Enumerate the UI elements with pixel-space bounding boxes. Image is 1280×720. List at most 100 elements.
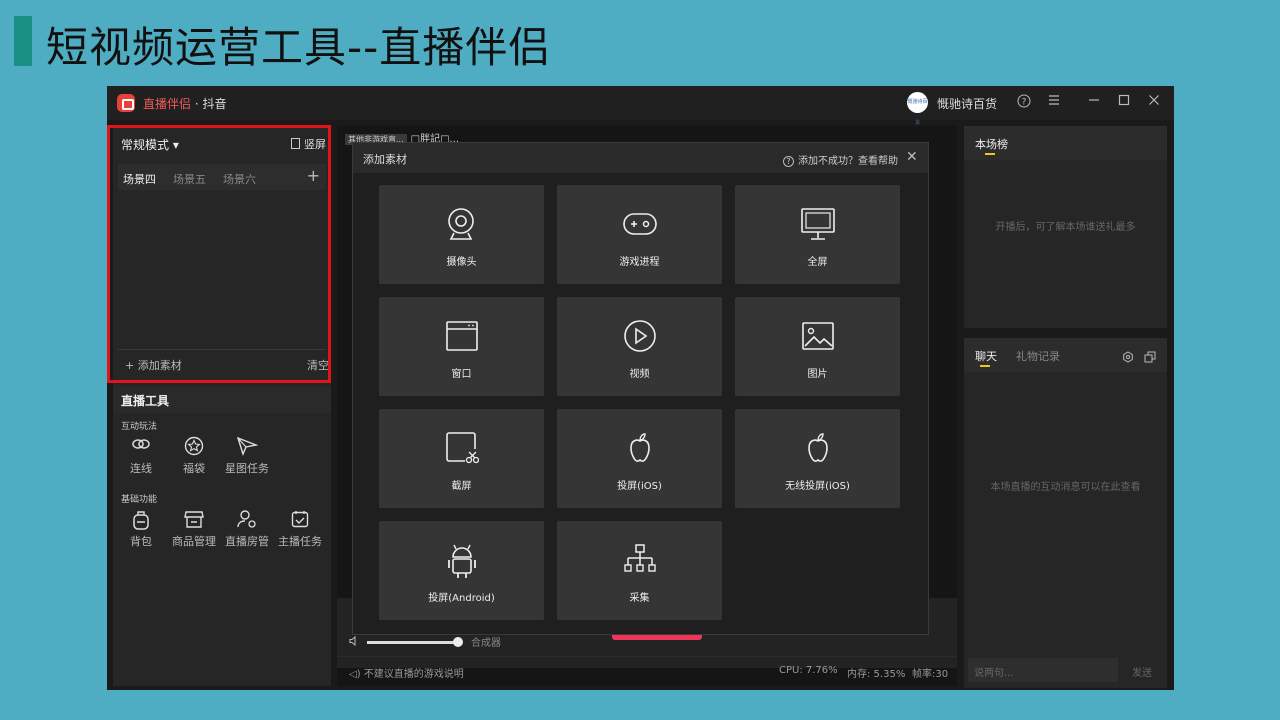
highlight-box xyxy=(107,125,331,383)
star-badge-icon xyxy=(164,436,224,458)
app-platform: 抖音 xyxy=(202,97,227,111)
material-image[interactable]: 图片 xyxy=(735,297,900,396)
tool-anchor-task[interactable]: 主播任务 xyxy=(270,509,330,549)
help-link[interactable]: ? 添加不成功？查看帮助 xyxy=(783,152,898,167)
cpu-usage: CPU: 7.76% xyxy=(779,665,838,676)
slide-title: 短视频运营工具--直播伴侣 xyxy=(46,23,552,72)
monitor-icon xyxy=(801,208,835,240)
android-icon xyxy=(448,544,476,578)
tool-label: 福袋 xyxy=(183,462,205,475)
app-logo-icon xyxy=(117,94,135,112)
game-note-link[interactable]: ◁) 不建议直播的游戏说明 xyxy=(349,665,464,680)
material-game-process[interactable]: 游戏进程 xyxy=(557,185,722,284)
material-ios-cast[interactable]: 投屏(iOS) xyxy=(557,409,722,508)
help-label: 添加不成功？查看帮助 xyxy=(798,156,898,167)
tile-label: 无线投屏(iOS) xyxy=(785,481,850,492)
user-gear-icon xyxy=(217,509,277,531)
memory-usage: 内存: 5.35% xyxy=(847,669,906,680)
material-android-cast[interactable]: 投屏(Android) xyxy=(379,521,544,620)
tab-underline xyxy=(985,153,995,155)
tile-label: 摄像头 xyxy=(446,257,477,268)
capture-icon xyxy=(624,544,656,572)
tile-label: 图片 xyxy=(807,369,828,380)
window-icon xyxy=(446,321,478,351)
chat-empty-hint: 本场直播的互动消息可以在此查看 xyxy=(990,482,1141,493)
slide-accent-bar xyxy=(14,16,32,66)
help-icon[interactable]: ? xyxy=(1017,94,1031,112)
avatar[interactable]: 慨驰诗百货 xyxy=(907,92,928,126)
link-icon xyxy=(111,436,171,458)
paper-plane-icon xyxy=(217,436,277,458)
image-icon xyxy=(802,322,834,350)
group-label-interactive: 互动玩法 xyxy=(121,422,158,432)
camera-icon xyxy=(448,208,474,240)
tile-label: 采集 xyxy=(629,593,650,604)
tool-label: 商品管理 xyxy=(172,535,216,548)
material-video[interactable]: 视频 xyxy=(557,297,722,396)
rank-panel: 本场榜 开播后，可了解本场谁送礼最多 xyxy=(964,126,1167,328)
user-name[interactable]: 慨驰诗百货 xyxy=(937,95,997,112)
tools-title: 直播工具 xyxy=(121,394,170,408)
tool-link[interactable]: 连线 xyxy=(111,436,171,476)
tool-room-admin[interactable]: 直播房管 xyxy=(217,509,277,549)
speaker-icon: ◁) xyxy=(349,669,364,680)
tool-label: 星图任务 xyxy=(225,462,269,475)
maximize-icon[interactable] xyxy=(1118,94,1130,110)
backpack-icon xyxy=(111,509,171,531)
tab-rank[interactable]: 本场榜 xyxy=(975,136,1008,152)
mixer-label: 合成器 xyxy=(471,638,501,649)
settings-icon[interactable] xyxy=(1122,348,1134,367)
tools-header: 直播工具 xyxy=(113,387,331,413)
app-name: 直播伴侣 xyxy=(143,97,192,111)
tool-label: 主播任务 xyxy=(278,535,322,548)
title-bar: 直播伴侣 · 抖音 慨驰诗百货 慨驰诗百货 ? xyxy=(107,86,1174,126)
tool-label: 连线 xyxy=(130,462,152,475)
add-material-dialog: 添加素材 ? 添加不成功？查看帮助 ✕ 摄像头 游戏进程 全屏 窗口 视频 图片 … xyxy=(352,142,929,635)
tool-products[interactable]: 商品管理 xyxy=(164,509,224,549)
tab-chat[interactable]: 聊天 xyxy=(975,348,997,364)
minimize-icon[interactable] xyxy=(1088,94,1100,110)
frame-rate: 帧率:30 xyxy=(912,669,949,680)
send-button[interactable]: 发送 xyxy=(1132,664,1152,679)
close-icon[interactable]: ✕ xyxy=(906,149,918,165)
material-fullscreen[interactable]: 全屏 xyxy=(735,185,900,284)
volume-slider-handle[interactable] xyxy=(453,637,463,647)
app-title: 直播伴侣 · 抖音 xyxy=(143,97,227,111)
tool-label: 直播房管 xyxy=(225,535,269,548)
tab-gift-records[interactable]: 礼物记录 xyxy=(1016,348,1060,364)
rank-header: 本场榜 xyxy=(964,126,1167,160)
dialog-title: 添加素材 xyxy=(363,153,407,166)
material-ios-wireless-cast[interactable]: 无线投屏(iOS) xyxy=(735,409,900,508)
speaker-icon[interactable] xyxy=(349,635,359,649)
crop-icon xyxy=(446,432,479,464)
menu-icon[interactable] xyxy=(1048,94,1060,110)
material-screenshot[interactable]: 截屏 xyxy=(379,409,544,508)
status-bar: ◁) 不建议直播的游戏说明 CPU: 7.76% 内存: 5.35% 帧率:30 xyxy=(337,656,957,686)
tile-label: 窗口 xyxy=(451,369,472,380)
popout-icon[interactable] xyxy=(1144,348,1156,367)
store-icon xyxy=(164,509,224,531)
tab-underline xyxy=(980,365,990,367)
volume-slider[interactable] xyxy=(367,641,457,644)
tile-label: 投屏(Android) xyxy=(428,593,495,604)
tool-label: 背包 xyxy=(130,535,152,548)
close-icon[interactable] xyxy=(1148,94,1160,110)
group-label-basic: 基础功能 xyxy=(121,495,158,505)
svg-text:?: ? xyxy=(1022,98,1027,108)
material-capture[interactable]: 采集 xyxy=(557,521,722,620)
material-camera[interactable]: 摄像头 xyxy=(379,185,544,284)
tile-label: 全屏 xyxy=(807,257,828,268)
chat-header: 聊天 礼物记录 xyxy=(964,338,1167,372)
chat-input[interactable]: 说两句... xyxy=(968,658,1118,682)
help-icon: ? xyxy=(783,156,794,167)
tool-star-task[interactable]: 星图任务 xyxy=(217,436,277,476)
tool-lucky-bag[interactable]: 福袋 xyxy=(164,436,224,476)
apple-icon xyxy=(808,433,828,462)
gamepad-icon xyxy=(623,213,657,235)
dialog-header: 添加素材 ? 添加不成功？查看帮助 ✕ xyxy=(353,143,928,173)
tool-backpack[interactable]: 背包 xyxy=(111,509,171,549)
play-icon xyxy=(624,320,656,352)
tile-label: 截屏 xyxy=(451,481,472,492)
chat-panel: 聊天 礼物记录 本场直播的互动消息可以在此查看 说两句... 发送 xyxy=(964,338,1167,688)
material-window[interactable]: 窗口 xyxy=(379,297,544,396)
